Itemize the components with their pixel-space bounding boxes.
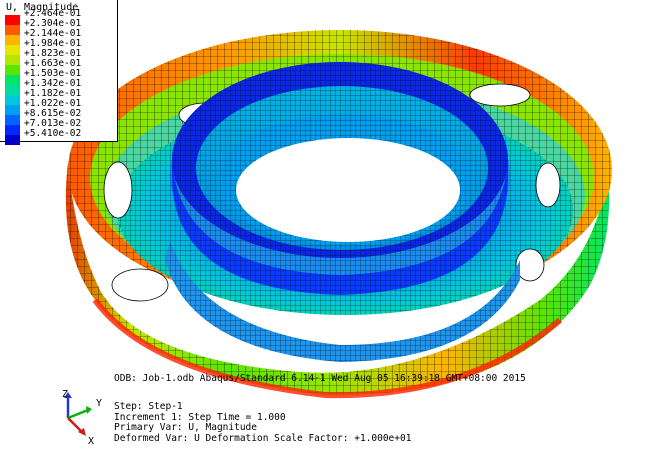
flange-hole (535, 162, 561, 208)
flange-hole (103, 161, 133, 219)
axis-triad: Z Y X (62, 389, 102, 447)
y-axis-arrow (67, 408, 89, 420)
legend-color-bar (5, 15, 20, 145)
x-axis-label: X (88, 436, 94, 447)
legend-tick-label: +5.410e-02 (24, 128, 82, 139)
legend-swatch (5, 35, 20, 45)
legend-swatch (5, 65, 20, 75)
legend-swatch (5, 115, 20, 125)
deformed-var-label: Deformed Var: U Deformation Scale Factor… (114, 432, 412, 444)
y-axis-label: Y (96, 398, 102, 409)
inner-hub (170, 62, 510, 295)
primary-var-label: Primary Var: U, Magnitude (114, 422, 257, 433)
legend-swatch (5, 135, 20, 145)
odb-info-line: ODB: Job-1.odb Abaqus/Standard 6.14-1 We… (114, 373, 526, 384)
legend-swatch (5, 45, 20, 55)
legend-swatch (5, 75, 20, 85)
legend-swatch (5, 55, 20, 65)
z-axis-label: Z (62, 389, 68, 400)
legend-swatch (5, 15, 20, 25)
legend-swatch (5, 25, 20, 35)
flange-hole (515, 248, 545, 282)
contour-legend: U, Magnitude +2.464e-01 +2.304e-01 +2.144e… (0, 0, 118, 145)
step-label: Step: Step-1 (114, 401, 183, 412)
x-axis-arrow (67, 417, 83, 433)
legend-tick-labels: +2.464e-01 +2.304e-01 +2.144e-01 +1.984e-01… (24, 9, 81, 139)
flange-hole (111, 268, 169, 302)
legend-swatch (5, 125, 20, 135)
flange-hole (469, 83, 531, 107)
step-info: Step: Step-1 Increment 1: Step Time = 1.… (114, 401, 412, 444)
legend-swatch (5, 85, 20, 95)
legend-swatch (5, 105, 20, 115)
legend-swatch (5, 95, 20, 105)
